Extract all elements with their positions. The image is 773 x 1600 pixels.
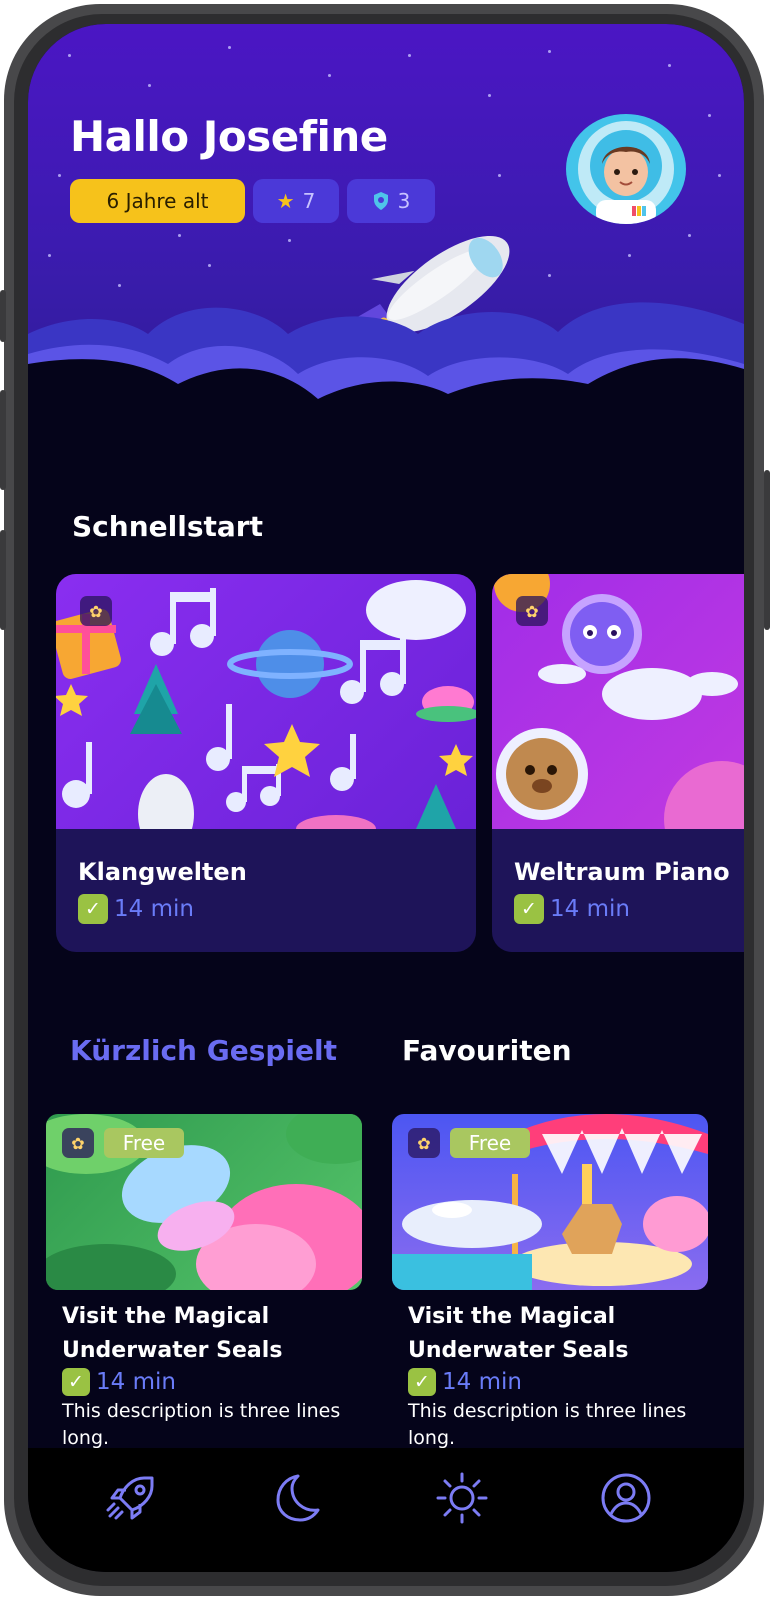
tab-recently-played[interactable]: Kürzlich Gespielt (70, 1034, 337, 1067)
tab-favourites[interactable]: Favouriten (402, 1034, 572, 1067)
check-icon: ✓ (514, 894, 544, 924)
card-duration: ✓ 14 min (514, 894, 630, 924)
card-title: Weltraum Piano (514, 858, 730, 886)
bottom-navigation (28, 1448, 744, 1572)
recent-item-card[interactable]: ✿ Free Visit the Magical Underwater Seal… (392, 1114, 708, 1452)
duration-label: 14 min (550, 896, 630, 922)
duration-label: 14 min (114, 896, 194, 922)
app-screen: Hallo Josefine 6 Jahre alt ★ 7 3 Schnell… (28, 24, 744, 1572)
card-duration: ✓ 14 min (46, 1368, 362, 1396)
lotus-icon: ✿ (80, 596, 112, 626)
phone-volume-down (0, 530, 6, 630)
check-icon: ✓ (62, 1368, 90, 1396)
check-icon: ✓ (78, 894, 108, 924)
free-badge: Free (104, 1128, 184, 1158)
stars-count: 7 (302, 189, 316, 213)
nav-profile-icon[interactable] (598, 1470, 654, 1526)
phone-volume-up (0, 390, 6, 490)
card-artwork: ✿ (492, 574, 744, 829)
sun-icon (436, 1472, 488, 1524)
music-notes-artwork (56, 580, 476, 829)
card-title: Visit the Magical Underwater Seals (408, 1304, 629, 1363)
age-chip: 6 Jahre alt (70, 179, 245, 223)
avatar[interactable] (566, 114, 686, 224)
card-title: Visit the Magical Underwater Seals (62, 1304, 283, 1363)
card-duration: ✓ 14 min (78, 894, 194, 924)
star-icon: ★ (276, 189, 295, 213)
shield-icon (373, 192, 388, 210)
moon-icon (276, 1474, 320, 1522)
greeting-title: Hallo Josefine (70, 112, 388, 161)
check-icon: ✓ (408, 1368, 436, 1396)
section-title-quickstart: Schnellstart (72, 510, 263, 543)
duration-label: 14 min (96, 1369, 176, 1395)
phone-power-button (764, 470, 770, 630)
quickstart-card[interactable]: ✿ Weltraum Piano ✓ 14 min (492, 574, 744, 952)
card-artwork: ✿ (56, 574, 476, 829)
card-artwork: ✿ Free (46, 1114, 362, 1290)
quickstart-card[interactable]: ✿ Klangwelten ✓ 14 min (56, 574, 476, 952)
card-title: Klangwelten (78, 858, 247, 886)
astronaut-avatar-icon (578, 121, 674, 224)
nav-rocket-icon[interactable] (104, 1470, 160, 1526)
free-badge: Free (450, 1128, 530, 1158)
rocket-illustration (28, 235, 744, 434)
badges-chip[interactable]: 3 (347, 179, 435, 223)
lotus-icon: ✿ (62, 1128, 94, 1158)
lotus-icon: ✿ (408, 1128, 440, 1158)
card-description: This description is three lines long. (408, 1400, 687, 1449)
phone-side-button (0, 290, 6, 342)
age-chip-label: 6 Jahre alt (106, 189, 209, 213)
recent-item-card[interactable]: ✿ Free Visit the Magical Underwater Seal… (46, 1114, 362, 1452)
duration-label: 14 min (442, 1369, 522, 1395)
nav-moon-icon[interactable] (268, 1470, 324, 1526)
nav-sun-icon[interactable] (434, 1470, 490, 1526)
card-artwork: ✿ Free (392, 1114, 708, 1290)
stars-chip[interactable]: ★ 7 (253, 179, 339, 223)
card-duration: ✓ 14 min (392, 1368, 708, 1396)
lotus-icon: ✿ (516, 596, 548, 626)
card-description: This description is three lines long. (62, 1400, 341, 1449)
badges-count: 3 (397, 189, 411, 213)
rocket-icon (106, 1476, 154, 1520)
profile-icon (601, 1473, 651, 1523)
